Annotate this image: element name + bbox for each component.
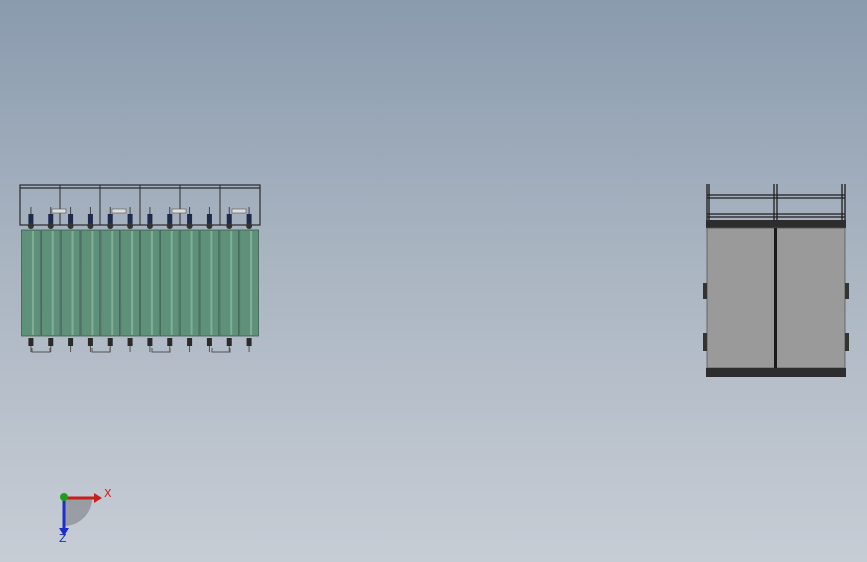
cylinder	[159, 229, 180, 337]
bottom-valve	[127, 338, 133, 346]
bottom-valve	[107, 338, 113, 346]
cylinder-body	[199, 229, 220, 337]
cylinder-body	[239, 229, 259, 337]
manifold-bracket	[91, 348, 111, 353]
manifold-bracket	[151, 348, 171, 353]
manifold-bracket	[31, 348, 51, 353]
cylinder-rack[interactable]	[19, 184, 261, 353]
cylinder	[60, 229, 81, 337]
bottom-valve	[246, 338, 252, 346]
cylinder-body	[120, 229, 140, 337]
bottom-valve	[226, 338, 232, 346]
cylinder	[239, 229, 259, 337]
cylinder-highlight	[210, 231, 213, 335]
valve-cap	[206, 223, 213, 229]
cylinder	[199, 229, 220, 337]
triad-shadow	[64, 498, 92, 526]
cylinder-highlight	[111, 231, 114, 335]
cylinder-highlight	[71, 231, 74, 335]
top-connector	[231, 208, 247, 214]
cylinder-highlight	[250, 231, 253, 335]
bottom-valve	[68, 338, 74, 346]
cylinder-body	[100, 229, 121, 337]
cylinder	[21, 229, 41, 337]
cabinet[interactable]	[703, 184, 849, 377]
cylinder	[120, 229, 140, 337]
cabinet-top-band	[706, 220, 846, 228]
cylinder-body	[159, 229, 180, 337]
cylinder-highlight	[91, 231, 94, 335]
cylinder-body	[219, 229, 240, 337]
valve-cap	[186, 223, 193, 229]
bottom-valve	[206, 338, 212, 346]
valve-cap	[27, 223, 34, 229]
cylinder-highlight	[170, 231, 173, 335]
cylinder-highlight	[230, 231, 233, 335]
cylinder-body	[80, 229, 101, 337]
valve-cap	[146, 223, 153, 229]
bottom-valve	[147, 338, 153, 346]
cylinder-highlight	[51, 231, 54, 335]
top-connector	[51, 208, 67, 214]
cylinder-body	[179, 229, 200, 337]
bottom-fittings	[28, 338, 252, 353]
valve-cap	[166, 223, 173, 229]
cylinder	[140, 229, 160, 337]
cylinder-highlight	[150, 231, 153, 335]
cylinder-body	[21, 229, 41, 337]
top-connector	[171, 208, 187, 214]
bottom-valve	[28, 338, 34, 346]
cylinders	[21, 229, 259, 337]
cylinder-highlight	[31, 231, 34, 335]
cylinder-body	[40, 229, 61, 337]
cabinet-bottom-band	[706, 368, 846, 377]
bottom-valve	[167, 338, 173, 346]
cylinder	[40, 229, 61, 337]
cylinder	[219, 229, 240, 337]
axis-triad: X Z	[59, 487, 112, 545]
manifold-bracket	[211, 348, 231, 353]
cad-viewport[interactable]: X Z	[0, 0, 867, 562]
bottom-valve	[87, 338, 93, 346]
cylinder	[80, 229, 101, 337]
valve-cap	[226, 223, 233, 229]
x-axis-label: X	[104, 487, 112, 500]
bottom-valve	[48, 338, 54, 346]
cabinet-top-rail	[706, 184, 846, 220]
cylinder-body	[140, 229, 160, 337]
cylinder-highlight	[131, 231, 134, 335]
x-axis-arrow	[94, 493, 102, 503]
valve-cap	[107, 223, 114, 229]
cabinet-divider	[774, 228, 777, 368]
cylinder	[100, 229, 121, 337]
valve-cap	[246, 223, 253, 229]
cylinder-body	[60, 229, 81, 337]
valve-cap	[87, 223, 94, 229]
top-connector	[111, 208, 127, 214]
bottom-valve	[187, 338, 193, 346]
cylinder-highlight	[190, 231, 193, 335]
cylinder	[179, 229, 200, 337]
valve-cap	[67, 223, 74, 229]
valve-cap	[127, 223, 134, 229]
y-axis-point	[60, 493, 68, 501]
z-axis-label: Z	[59, 532, 67, 545]
valve-cap	[47, 223, 54, 229]
rack-vertical-posts	[19, 185, 261, 225]
